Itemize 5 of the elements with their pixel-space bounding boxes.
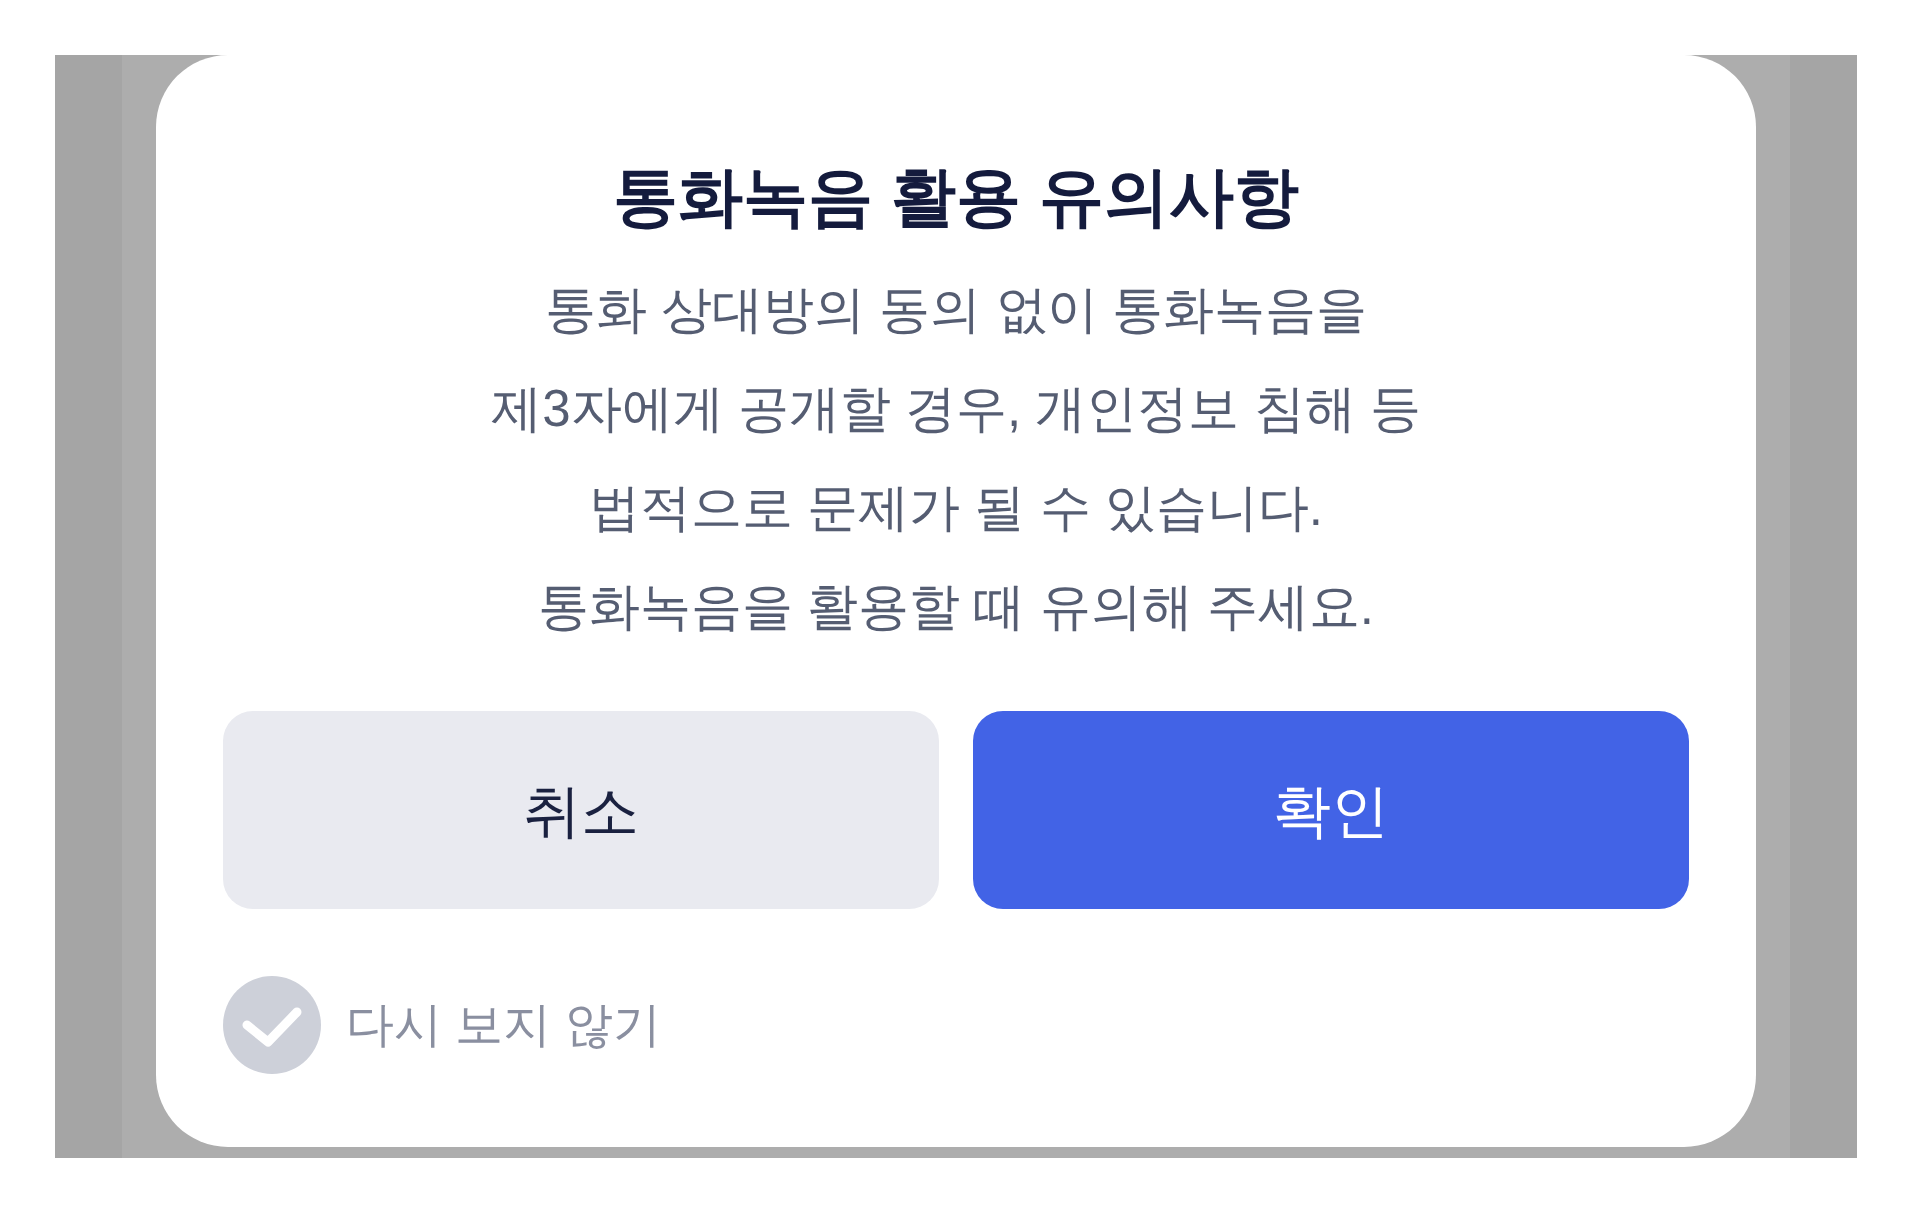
dialog-title: 통화녹음 활용 유의사항 [612,159,1300,235]
dont-show-again-checkbox[interactable]: 다시 보지 않기 [223,976,661,1074]
cancel-button[interactable]: 취소 [223,711,939,909]
dialog-message: 통화 상대방의 동의 없이 통화녹음을 제3자에게 공개할 경우, 개인정보 침해 등 법적으로 문제가 될 수 있습니다. 통화녹음을 활용할 때 유의해 주세요. [491,280,1421,637]
confirm-button[interactable]: 확인 [973,711,1689,909]
